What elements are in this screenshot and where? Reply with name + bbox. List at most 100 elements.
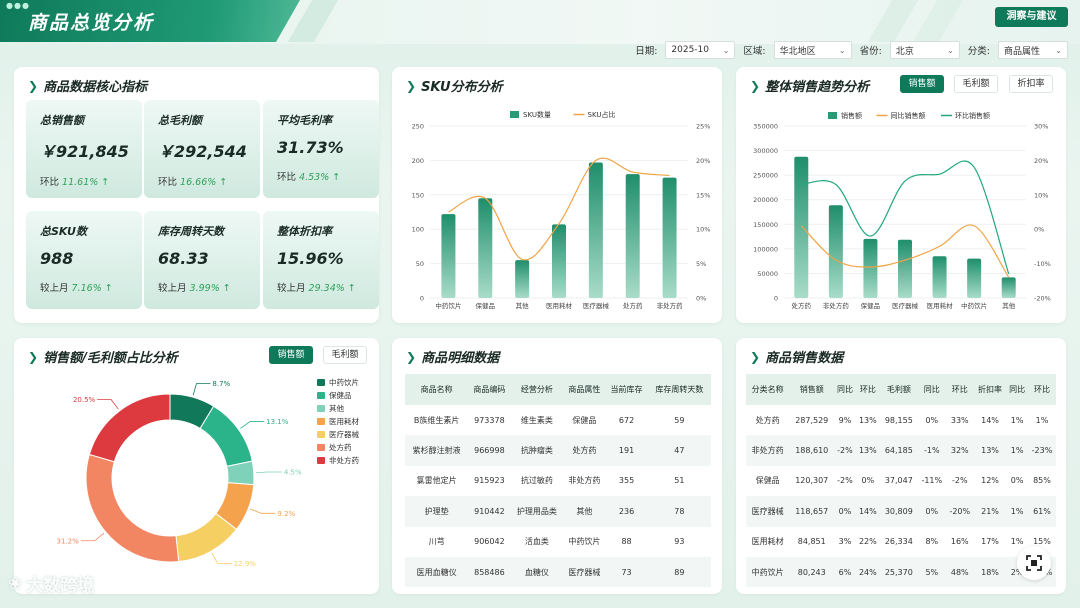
x-tick-label: 非处方药 bbox=[823, 301, 850, 310]
table-cell: 17% bbox=[981, 537, 999, 547]
table-row[interactable]: 紫杉醇注射液 966998 抗肿瘤类 处方药 191 47 bbox=[405, 435, 711, 466]
page-title: 商品总览分析 bbox=[28, 12, 155, 34]
table-cell: -11% bbox=[921, 476, 943, 486]
kpi-value: 68.33 bbox=[158, 249, 209, 268]
table-cell: -20% bbox=[945, 496, 974, 527]
table-cell: 26,334 bbox=[884, 537, 913, 547]
legend-swatch bbox=[510, 111, 519, 118]
slice-label: 20.5% bbox=[73, 396, 96, 404]
table-cell: 血糖仪 bbox=[510, 556, 564, 588]
table-cell: 64,185 bbox=[879, 435, 918, 466]
slice-label: 13.1% bbox=[266, 418, 289, 426]
label-leader bbox=[80, 532, 105, 542]
label-leader bbox=[97, 399, 119, 410]
table-row[interactable]: 中药饮片80,2436%24%25,3705%48%18%2%-16% bbox=[746, 556, 1056, 588]
table-cell: 120,307 bbox=[795, 476, 829, 486]
sales-panel-title-text: 商品销售数据 bbox=[765, 351, 844, 366]
table-cell: -2% bbox=[834, 435, 856, 466]
bar bbox=[478, 198, 493, 298]
table-cell: 1% bbox=[1006, 496, 1028, 527]
table-row[interactable]: B族维生素片 973378 维生素类 保健品 672 59 bbox=[405, 405, 711, 435]
legend-label: 非处方药 bbox=[329, 455, 359, 465]
chevron-double-right-icon: ❯ bbox=[750, 349, 761, 364]
kpi-value: ￥292,544 bbox=[158, 142, 247, 161]
table-row[interactable]: 保健品 120,307 -2% 0% 37,047 -11% -2% 12% 0% 85% bbox=[746, 466, 1056, 496]
pie-slice bbox=[199, 405, 253, 467]
filter-region-label: 区域: bbox=[743, 46, 766, 57]
scan-button[interactable] bbox=[1017, 546, 1051, 580]
table-cell: 915923 bbox=[474, 476, 505, 486]
bar bbox=[1001, 277, 1016, 298]
date-select[interactable]: 2025-10 ⌄ bbox=[665, 41, 736, 59]
detail-panel: ❯ 商品明细数据 商品名称 商品编码 经营分析 商品属性 当前库存 库存周转天数 B族维生素片… bbox=[392, 338, 722, 594]
column-header: 折扣率 bbox=[973, 374, 1007, 405]
arrow-up-icon: ↑ bbox=[101, 283, 113, 294]
bar bbox=[625, 174, 640, 298]
kpi-label: 总销售额 bbox=[40, 114, 84, 127]
table-cell: 973378 bbox=[474, 415, 505, 425]
table-cell: 910442 bbox=[468, 496, 511, 527]
kpi-compare-value: 16.66% bbox=[180, 177, 217, 188]
table-cell: 32% bbox=[945, 435, 974, 466]
watermark-logo-icon: ❀ bbox=[8, 573, 23, 594]
table-row[interactable]: 处方药 287,529 9% 13% 98,155 0% 33% 14% 1% 1% bbox=[746, 405, 1056, 435]
y2-tick-label: 0% bbox=[1034, 226, 1044, 234]
table-row[interactable]: 川芎 906042 活血类 中药饮片 88 93 bbox=[405, 527, 711, 557]
x-tick-label: 其他 bbox=[1002, 301, 1016, 310]
column-header: 环比 bbox=[855, 374, 880, 405]
table-cell: 59 bbox=[674, 415, 685, 425]
y-tick-label: 150000 bbox=[753, 221, 778, 229]
kpi-value: ￥921,845 bbox=[40, 142, 129, 161]
detail-panel-title-text: 商品明细数据 bbox=[421, 351, 500, 366]
legend-swatch bbox=[828, 112, 837, 119]
legend-label: 中药饮片 bbox=[329, 377, 359, 387]
y2-tick-label: 25% bbox=[696, 123, 710, 131]
table-cell: 89 bbox=[647, 556, 711, 588]
legend-label: 同比销售额 bbox=[891, 111, 926, 120]
kpi-compare: 较上月 3.99% ↑ bbox=[158, 280, 260, 294]
column-header: 毛利额 bbox=[879, 374, 918, 405]
table-cell: 84,851 bbox=[797, 537, 826, 547]
kpi-compare-value: 29.34% bbox=[308, 283, 345, 294]
table-cell: 51 bbox=[674, 476, 685, 486]
table-cell: -2% bbox=[837, 476, 853, 486]
kpi-card: 总SKU数 988 较上月 7.16% ↑ bbox=[26, 211, 142, 309]
table-cell: 氯雷他定片 bbox=[416, 476, 457, 486]
kpi-card: 整体折扣率 15.96% 较上月 29.34% ↑ bbox=[263, 211, 379, 309]
province-select[interactable]: 北京 ⌄ bbox=[889, 41, 960, 59]
y2-tick-label: 5% bbox=[696, 260, 706, 268]
kpi-value: 15.96% bbox=[277, 249, 344, 268]
table-row[interactable]: 护理垫 910442 护理用品类 其他 236 78 bbox=[405, 496, 711, 527]
insight-button[interactable]: 洞察与建议 bbox=[995, 7, 1068, 27]
slice-label: 31.2% bbox=[56, 537, 79, 545]
arrow-up-icon: ↑ bbox=[344, 283, 356, 294]
slice-label: 8.7% bbox=[212, 380, 230, 388]
table-row[interactable]: 非处方药 188,610 -2% 13% 64,185 -1% 32% 13% 1% -23% bbox=[746, 435, 1056, 466]
region-select[interactable]: 华北地区 ⌄ bbox=[773, 41, 852, 59]
column-header: 同比 bbox=[917, 374, 946, 405]
legend-label: 保健品 bbox=[329, 390, 352, 400]
table-cell: 73 bbox=[605, 556, 648, 588]
table-cell: 抗过敏药 bbox=[520, 476, 553, 486]
trend-panel: ❯ 整体销售趋势分析 销售额 毛利额 折扣率 0 50000 100000 150000… bbox=[736, 67, 1066, 323]
table-row[interactable]: 医用耗材 84,851 3% 22% 26,334 8% 16% 17% 1% 15% bbox=[746, 527, 1056, 557]
table-cell: 85% bbox=[1033, 476, 1051, 486]
legend-swatch bbox=[317, 444, 325, 451]
kpi-value: 31.73% bbox=[277, 138, 344, 157]
table-row[interactable]: 医用血糖仪 858486 血糖仪 医疗器械 73 89 bbox=[405, 556, 711, 588]
category-select[interactable]: 商品属性 ⌄ bbox=[998, 41, 1068, 59]
table-row[interactable]: 医疗器械 118,657 0% 14% 30,809 0% -20% 21% 1% 61% bbox=[746, 496, 1056, 527]
table-cell: 48% bbox=[945, 556, 974, 588]
table-cell: 医疗器械 bbox=[563, 556, 606, 588]
share-panel: ❯ 销售额/毛利额占比分析 销售额 毛利额 8.7% 13.1% 4.5% 9.2% 12… bbox=[14, 338, 379, 594]
bar bbox=[794, 156, 809, 298]
kpi-label: 库存周转天数 bbox=[158, 225, 224, 238]
column-header: 商品名称 bbox=[405, 374, 469, 405]
arrow-up-icon: ↑ bbox=[98, 177, 110, 188]
legend-swatch bbox=[317, 392, 325, 399]
category-value: 商品属性 bbox=[1004, 46, 1041, 57]
table-cell: -23% bbox=[1027, 435, 1056, 466]
bar bbox=[441, 214, 456, 298]
table-row[interactable]: 氯雷他定片 915923 抗过敏药 非处方药 355 51 bbox=[405, 466, 711, 496]
kpi-compare-label: 环比 bbox=[277, 172, 297, 183]
